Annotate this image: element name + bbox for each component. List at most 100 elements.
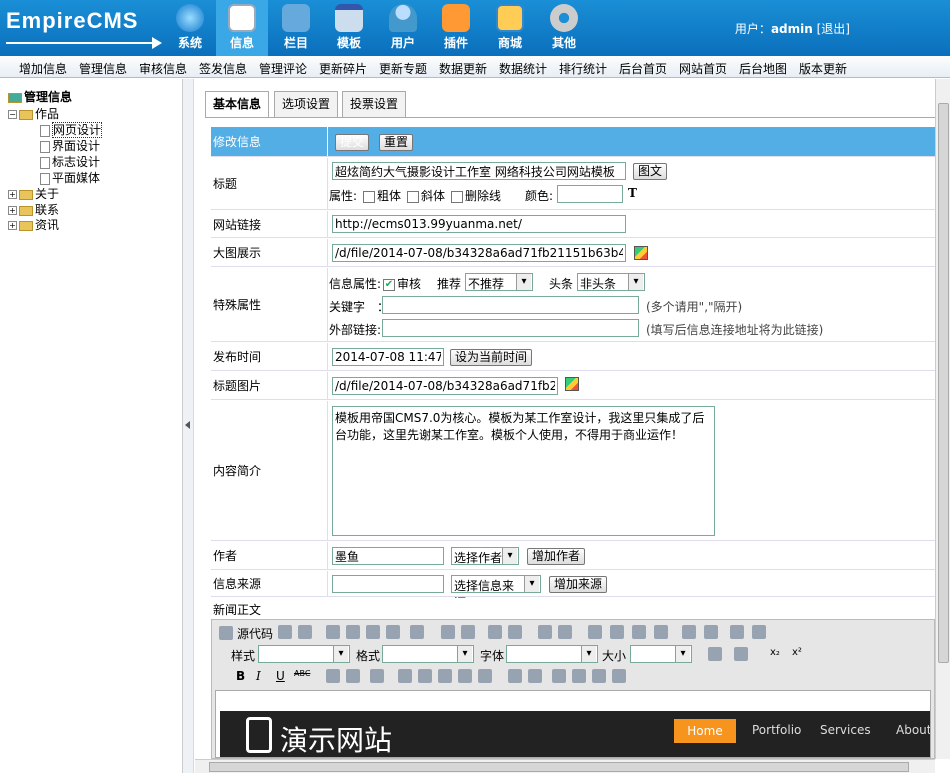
menu-item[interactable]: 更新碎片 <box>319 60 367 77</box>
set-now-button[interactable]: 设为当前时间 <box>450 349 533 366</box>
menu-item[interactable]: 后台首页 <box>619 60 667 77</box>
tab-vote[interactable]: 投票设置 <box>342 91 406 117</box>
title-input[interactable] <box>332 162 626 180</box>
bg-color-icon[interactable] <box>734 647 748 661</box>
undo-icon[interactable] <box>441 625 455 639</box>
time-input[interactable] <box>332 348 444 366</box>
reset-button[interactable]: 重置 <box>379 134 414 151</box>
checkbox-icon[interactable] <box>451 190 463 203</box>
tree-item-about[interactable]: + 关于 <box>8 185 59 202</box>
tab-basic[interactable]: 基本信息 <box>205 91 269 117</box>
expand-icon[interactable]: + <box>8 206 17 215</box>
link-icon[interactable] <box>326 669 340 683</box>
unlink-icon[interactable] <box>346 669 360 683</box>
align-left-icon[interactable] <box>588 625 602 639</box>
submit-button[interactable]: 提交 <box>335 134 370 151</box>
find-icon[interactable] <box>488 625 502 639</box>
text-color-icon[interactable]: T <box>628 186 637 200</box>
vertical-scrollbar[interactable] <box>935 79 950 759</box>
table-icon[interactable] <box>508 669 522 683</box>
sidebar-splitter[interactable] <box>183 79 194 773</box>
nav-about[interactable]: About <box>896 723 930 737</box>
replace-icon[interactable] <box>508 625 522 639</box>
page-break-icon[interactable] <box>592 669 606 683</box>
headline-select[interactable]: 非头条 <box>577 273 645 291</box>
tree-item-child[interactable]: 网页设计 <box>40 121 103 138</box>
remove-format-icon[interactable] <box>558 625 572 639</box>
attachment-icon[interactable] <box>458 669 472 683</box>
tree-item-child[interactable]: 平面媒体 <box>40 169 100 186</box>
subscript-icon[interactable]: x₂ <box>770 647 780 658</box>
expand-icon[interactable]: + <box>8 190 17 199</box>
menu-item[interactable]: 管理评论 <box>259 60 307 77</box>
nav-shop[interactable]: 商城 <box>484 0 536 56</box>
source-icon[interactable] <box>219 626 233 640</box>
nav-plugin[interactable]: 插件 <box>430 0 482 56</box>
logout-link[interactable]: [退出] <box>817 22 850 36</box>
horizontal-rule-icon[interactable] <box>528 669 542 683</box>
unordered-list-icon[interactable] <box>752 625 766 639</box>
menu-item[interactable]: 管理信息 <box>79 60 127 77</box>
nav-column[interactable]: 栏目 <box>270 0 322 56</box>
author-select[interactable]: 选择作者 <box>451 547 519 565</box>
collapse-icon[interactable]: − <box>8 110 17 119</box>
outdent-icon[interactable] <box>682 625 696 639</box>
bold-icon[interactable]: B <box>236 669 245 683</box>
italic-icon[interactable]: I <box>256 669 261 683</box>
collapse-arrow-icon[interactable] <box>185 421 190 429</box>
menu-item[interactable]: 更新专题 <box>379 60 427 77</box>
anchor-icon[interactable] <box>370 669 384 683</box>
tuwen-button[interactable]: 图文 <box>633 163 668 180</box>
cut-icon[interactable] <box>326 625 340 639</box>
nav-home[interactable]: Home <box>674 719 736 743</box>
checkbox-checked-icon[interactable]: ✔ <box>383 278 395 291</box>
tree-root[interactable]: 管理信息 <box>8 88 72 105</box>
bold-checkbox[interactable]: 粗体 <box>363 187 401 204</box>
new-page-icon[interactable] <box>478 669 492 683</box>
menu-item[interactable]: 后台地图 <box>739 60 787 77</box>
maximize-icon[interactable] <box>612 669 626 683</box>
image-select-icon[interactable] <box>565 377 579 391</box>
menu-item[interactable]: 签发信息 <box>199 60 247 77</box>
font-select[interactable] <box>506 645 598 663</box>
align-justify-icon[interactable] <box>654 625 668 639</box>
author-input[interactable] <box>332 547 444 565</box>
special-char-icon[interactable] <box>572 669 586 683</box>
nav-user[interactable]: 用户 <box>377 0 429 56</box>
copy-icon[interactable] <box>346 625 360 639</box>
editor-content[interactable]: 演示网站 Home Portfolio Services About <box>215 690 931 758</box>
tab-options[interactable]: 选项设置 <box>274 91 338 117</box>
align-center-icon[interactable] <box>610 625 624 639</box>
smiley-icon[interactable] <box>552 669 566 683</box>
nav-services[interactable]: Services <box>820 723 871 737</box>
preview-icon[interactable] <box>278 625 292 639</box>
audit-checkbox[interactable]: ✔ 审核 <box>383 275 421 292</box>
italic-checkbox[interactable]: 斜体 <box>407 187 445 204</box>
image-icon[interactable] <box>398 669 412 683</box>
outlink-input[interactable] <box>382 319 639 337</box>
tree-item-child[interactable]: 界面设计 <box>40 137 100 154</box>
superscript-icon[interactable]: x² <box>792 647 802 658</box>
print-icon[interactable] <box>298 625 312 639</box>
menu-item[interactable]: 审核信息 <box>139 60 187 77</box>
checkbox-icon[interactable] <box>363 190 375 203</box>
menu-item[interactable]: 排行统计 <box>559 60 607 77</box>
source-input[interactable] <box>332 575 444 593</box>
checkbox-icon[interactable] <box>407 190 419 203</box>
scroll-thumb[interactable] <box>209 762 909 772</box>
link-input[interactable] <box>332 215 626 233</box>
nav-template[interactable]: 模板 <box>323 0 375 56</box>
tree-item-child[interactable]: 标志设计 <box>40 153 100 170</box>
format-select[interactable] <box>382 645 474 663</box>
menu-item[interactable]: 版本更新 <box>799 60 847 77</box>
recommend-select[interactable]: 不推荐 <box>465 273 533 291</box>
indent-icon[interactable] <box>704 625 718 639</box>
source-button[interactable]: 源代码 <box>237 625 273 642</box>
align-right-icon[interactable] <box>632 625 646 639</box>
expand-icon[interactable]: + <box>8 221 17 230</box>
select-all-icon[interactable] <box>538 625 552 639</box>
titlepic-input[interactable] <box>332 377 558 395</box>
bigimg-input[interactable] <box>332 244 626 262</box>
redo-icon[interactable] <box>461 625 475 639</box>
scroll-thumb[interactable] <box>938 103 949 663</box>
